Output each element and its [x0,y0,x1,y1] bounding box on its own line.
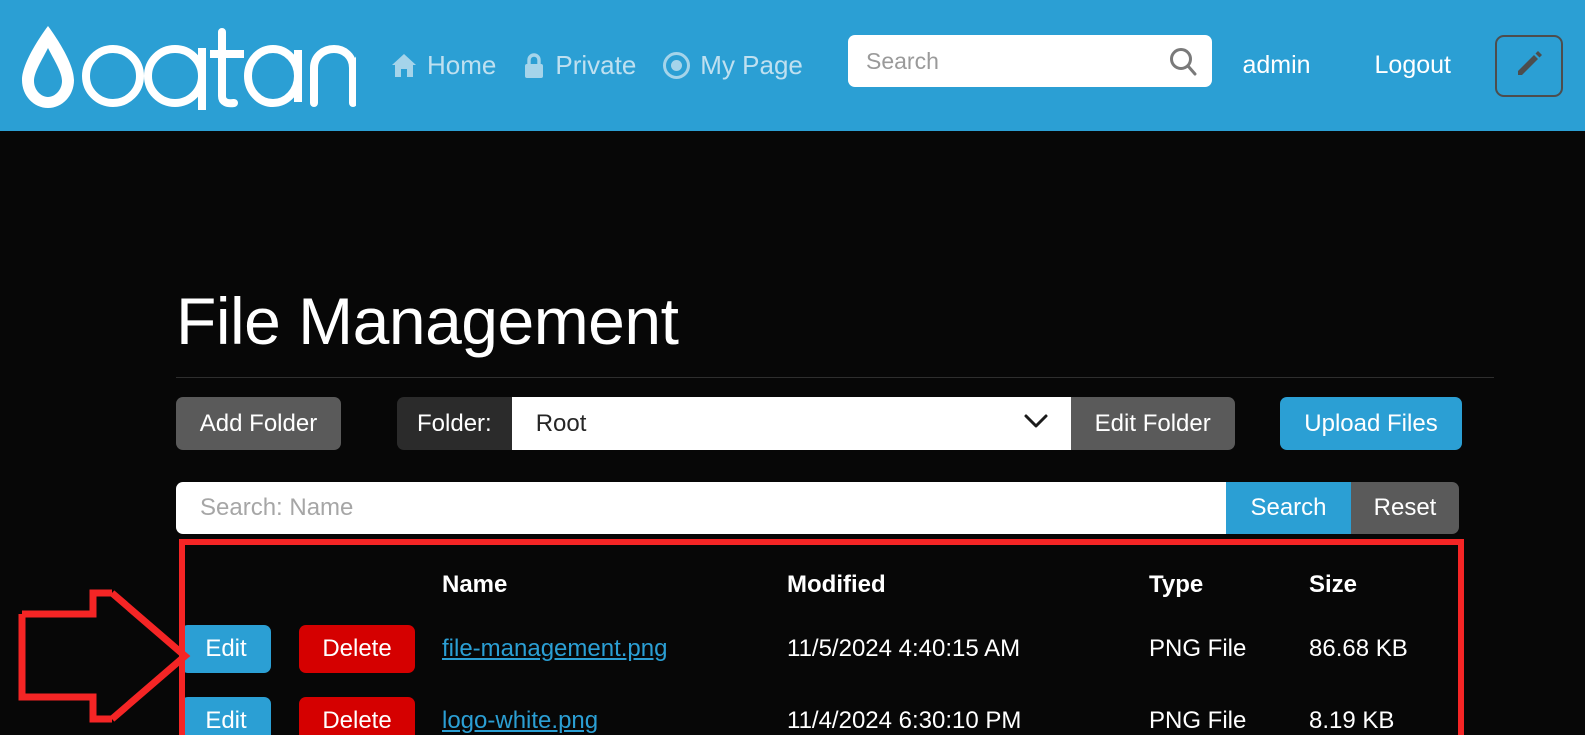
folder-label: Folder: [397,397,512,450]
column-header-name: Name [442,571,508,598]
nav-item-private[interactable]: Private [522,50,636,81]
user-menu-admin[interactable]: admin [1210,51,1342,80]
file-search-button[interactable]: Search [1226,482,1351,534]
upload-files-button[interactable]: Upload Files [1280,397,1462,450]
site-header: Home Private My Page Search admin Logout [0,0,1585,131]
cell-delete: Delete [299,685,442,735]
nav-item-home[interactable]: Home [390,50,496,81]
nav-item-label: My Page [700,50,803,80]
cell-size: 8.19 KB [1309,707,1395,734]
arrow-body-hidden [22,573,178,714]
cell-edit: Edit [181,613,299,685]
arrow-head-annotation [109,590,191,722]
page-title: File Management [176,284,679,358]
row-delete-button[interactable]: Delete [299,625,415,673]
cell-modified: 11/5/2024 4:40:15 AM [787,635,1021,662]
cell-delete: Delete [299,613,442,685]
file-search-input[interactable] [200,494,1202,522]
nav-item-label: Home [427,50,497,80]
files-table-container: Name Modified Type Size Edit Delete file… [181,541,1462,735]
column-header-modified: Modified [787,571,886,598]
site-logo[interactable] [8,0,356,131]
cell-size: 86.68 KB [1309,635,1408,662]
magnifier-icon[interactable] [1168,46,1198,76]
cell-edit: Edit [181,685,299,735]
nav-item-label: Private [555,50,637,80]
column-header-edit [181,541,299,613]
chevron-down-icon [1023,413,1049,434]
column-header-size: Size [1309,571,1358,598]
nav-item-my-page[interactable]: My Page [662,50,803,81]
table-header-row: Name Modified Type Size [181,541,1462,613]
header-right-group: admin Logout [1210,0,1585,131]
cell-name: file-management.png [442,613,787,685]
arrow-tail-annotation [18,614,112,723]
row-edit-button[interactable]: Edit [181,625,271,673]
cell-type: PNG File [1149,635,1247,662]
cell-type: PNG File [1149,707,1247,734]
files-table-head: Name Modified Type Size [181,541,1462,613]
cell-modified: 11/4/2024 6:30:10 PM [787,707,1022,734]
file-reset-button[interactable]: Reset [1351,482,1459,534]
home-icon [390,52,418,79]
title-divider [176,377,1494,378]
right-arrow-annotation [22,589,112,618]
folder-select[interactable]: Root [511,397,1071,450]
main-navigation: Home Private My Page [390,50,803,81]
pencil-icon [1514,48,1544,83]
logout-link[interactable]: Logout [1343,51,1483,80]
row-delete-button[interactable]: Delete [299,697,415,735]
folder-select-group: Folder: Root Edit Folder [397,397,1235,450]
file-filter-bar: Search Reset [176,482,1459,534]
table-row: Edit Delete logo-white.png 11/4/2024 6:3… [181,685,1462,735]
lock-icon [522,52,546,80]
file-search-field[interactable] [176,482,1226,534]
edit-folder-button[interactable]: Edit Folder [1070,397,1235,450]
row-edit-button[interactable]: Edit [181,697,271,735]
table-row: Edit Delete file-management.png 11/5/202… [181,613,1462,685]
edit-page-button[interactable] [1495,34,1563,97]
cell-name: logo-white.png [442,685,787,735]
file-name-link[interactable]: file-management.png [442,635,667,662]
search-input[interactable] [866,47,1168,75]
files-table: Name Modified Type Size Edit Delete file… [181,541,1462,735]
folder-select-value: Root [535,409,587,437]
column-header-type: Type [1149,571,1204,598]
files-table-body: Edit Delete file-management.png 11/5/202… [181,613,1462,735]
file-name-link[interactable]: logo-white.png [442,707,598,734]
column-header-delete [299,541,442,613]
add-folder-button[interactable]: Add Folder [176,397,341,450]
water-drop-icon [22,25,356,110]
target-icon [662,51,691,80]
header-search-box[interactable] [848,35,1212,87]
